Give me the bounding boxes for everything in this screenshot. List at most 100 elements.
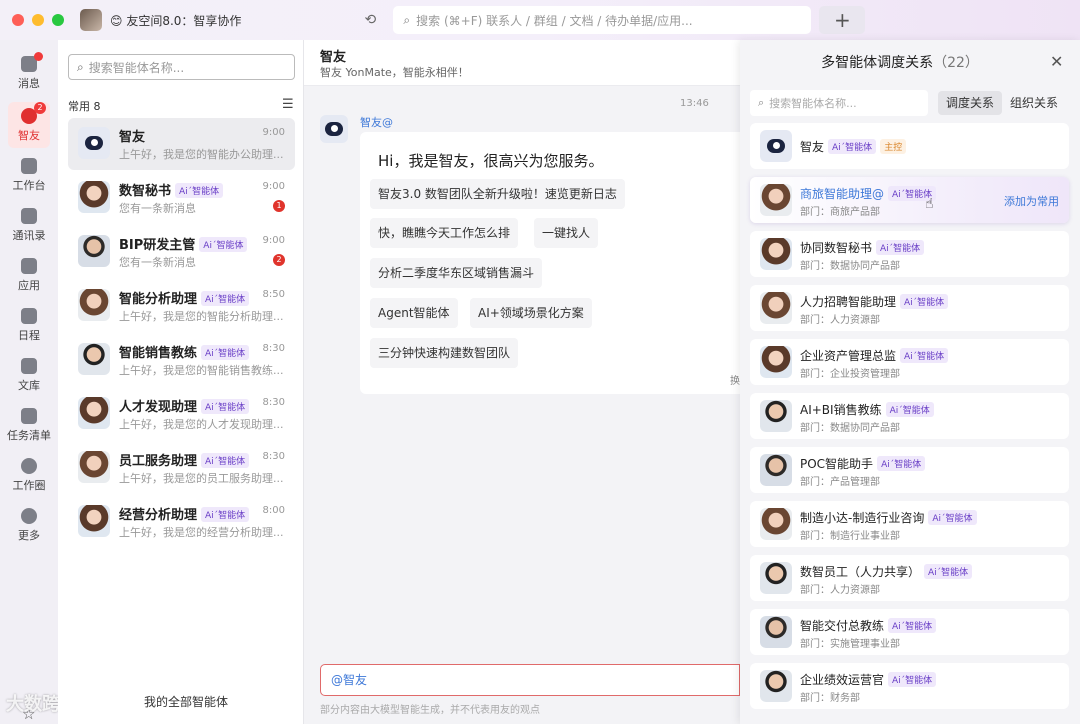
nav-label: 更多: [18, 528, 40, 542]
menu-icon[interactable]: ☰: [282, 97, 294, 112]
ai-agent-tag: Aiˊ智能体: [201, 399, 250, 414]
section-label: 常用 8: [68, 100, 101, 113]
agent-card[interactable]: 智友 Aiˊ智能体 主控: [750, 123, 1069, 169]
agent-card[interactable]: 协同数智秘书 Aiˊ智能体 部门：数据协同产品部: [750, 231, 1069, 277]
conversation-name: 人才发现助理 Aiˊ智能体: [119, 396, 250, 415]
avatar: [78, 235, 110, 267]
avatar: [78, 451, 110, 483]
all-agents-link[interactable]: 我的全部智能体: [144, 693, 228, 710]
suggestion-chip[interactable]: 智友3.0 数智团队全新升级啦！速览更新日志: [370, 179, 625, 209]
library-icon: [21, 357, 37, 374]
suggestion-chip[interactable]: 三分钟快速构建数智团队: [370, 338, 519, 368]
chat-input[interactable]: @智友: [320, 664, 740, 696]
suggestion-chip[interactable]: 分析二季度华东区域销售漏斗: [370, 258, 543, 288]
avatar: [760, 400, 792, 432]
close-window-button[interactable]: [12, 14, 24, 26]
conversation-item[interactable]: 员工服务助理 Aiˊ智能体 8:30 上午好，我是您的员工服务助理...: [68, 442, 295, 494]
nav-item-tasks[interactable]: 任务清单: [0, 402, 58, 448]
ai-agent-tag: Aiˊ智能体: [888, 618, 937, 633]
chat-title: 智友: [320, 50, 347, 65]
bot-name[interactable]: 智友@: [360, 114, 393, 130]
conversation-item[interactable]: 智能分析助理 Aiˊ智能体 8:50 上午好，我是您的智能分析助理...: [68, 280, 295, 332]
tab-organization[interactable]: 组织关系: [1002, 91, 1066, 115]
suggestion-chip[interactable]: Agent智能体: [370, 298, 458, 328]
conversation-item[interactable]: 智友 9:00 上午好，我是您的智能办公助理...: [68, 118, 295, 170]
history-icon[interactable]: ⟲: [361, 11, 379, 29]
suggestion-chip[interactable]: 一键找人: [534, 218, 599, 248]
agent-name: AI+BI销售教练 Aiˊ智能体: [800, 401, 934, 418]
agent-search-input[interactable]: ⌕ 搜索智能体名称...: [68, 54, 295, 80]
message-icon: [21, 51, 43, 72]
ai-agent-tag: Aiˊ智能体: [885, 402, 934, 417]
agent-dept: 部门：实施管理事业部: [800, 639, 900, 650]
ai-agent-tag: Aiˊ智能体: [928, 510, 977, 525]
suggestion-chip[interactable]: AI+领域场景化方案: [470, 298, 592, 328]
add-button[interactable]: +: [819, 6, 866, 34]
agent-dept: 部门：人力资源部: [800, 585, 880, 596]
avatar: [760, 670, 792, 702]
nav-item-contacts[interactable]: 通讯录: [0, 202, 58, 248]
agent-card[interactable]: 智能交付总教练 Aiˊ智能体 部门：实施管理事业部: [750, 609, 1069, 655]
add-to-common-button[interactable]: 添加为常用: [1004, 193, 1059, 209]
bot-avatar[interactable]: [320, 115, 348, 143]
avatar: [78, 127, 110, 159]
ai-agent-tag: Aiˊ智能体: [201, 507, 250, 522]
close-icon[interactable]: ✕: [1050, 52, 1063, 71]
conversation-item[interactable]: 经营分析助理 Aiˊ智能体 8:00 上午好，我是您的经营分析助理...: [68, 496, 295, 548]
nav-item-apps[interactable]: 应用: [0, 252, 58, 298]
panel-search-input[interactable]: ⌕ 搜索智能体名称...: [750, 90, 928, 116]
nav-item-zhiyou[interactable]: 2 智友: [8, 101, 50, 148]
unread-badge: 1: [273, 200, 285, 212]
nav-label: 通讯录: [12, 228, 46, 242]
agent-dept: 部门：产品管理部: [800, 477, 880, 488]
agent-name: 协同数智秘书 Aiˊ智能体: [800, 239, 925, 256]
minimize-window-button[interactable]: [32, 14, 44, 26]
agent-card[interactable]: 数智员工（人力共享） Aiˊ智能体 部门：人力资源部: [750, 555, 1069, 601]
avatar: [760, 562, 792, 594]
tab-dispatch[interactable]: 调度关系: [938, 91, 1003, 115]
nav-item-workcircle[interactable]: 工作圈: [0, 452, 58, 498]
agent-card[interactable]: 企业绩效运营官 Aiˊ智能体 部门：财务部: [750, 663, 1069, 709]
nav-item-library[interactable]: 文库: [0, 352, 58, 398]
nav-item-messages[interactable]: 消息: [0, 50, 58, 96]
avatar: [760, 292, 792, 324]
agent-name: 制造小达-制造行业咨询 Aiˊ智能体: [800, 509, 977, 526]
conversation-preview: 上午好，我是您的人才发现助理...: [119, 418, 284, 431]
refresh-link[interactable]: 换: [730, 372, 740, 387]
maximize-window-button[interactable]: [52, 14, 64, 26]
agent-dept: 部门：数据协同产品部: [800, 423, 900, 434]
agent-dept: 部门：企业投资管理部: [800, 369, 900, 380]
conversation-item[interactable]: BIP研发主管 Aiˊ智能体 9:00 您有一条新消息 2: [68, 226, 295, 278]
unread-badge: 2: [273, 254, 285, 266]
nav-item-calendar[interactable]: 日程: [0, 302, 58, 348]
nav-item-more[interactable]: 更多: [0, 502, 58, 548]
conversation-item[interactable]: 智能销售教练 Aiˊ智能体 8:30 上午好，我是您的智能销售教练...: [68, 334, 295, 386]
global-search-input[interactable]: ⌕ 搜索 (⌘+F) 联系人 / 群组 / 文档 / 待办单据/应用...: [393, 6, 812, 34]
avatar: [760, 130, 792, 162]
user-avatar[interactable]: [80, 9, 102, 31]
search-icon: ⌕: [758, 96, 765, 109]
conversation-time: 9:00: [262, 235, 285, 246]
conversation-time: 9:00: [262, 181, 285, 192]
nav-item-workbench[interactable]: 工作台: [0, 152, 58, 198]
avatar: [760, 616, 792, 648]
conversation-item[interactable]: 数智秘书 Aiˊ智能体 9:00 您有一条新消息 1: [68, 172, 295, 224]
contacts-icon: [21, 207, 37, 224]
agent-card[interactable]: 企业资产管理总监 Aiˊ智能体 部门：企业投资管理部: [750, 339, 1069, 385]
agent-card[interactable]: 商旅智能助理@ Aiˊ智能体 部门：商旅产品部 ☝ 添加为常用: [750, 177, 1069, 223]
nav-label: 任务清单: [7, 428, 51, 442]
agent-card[interactable]: POC智能助手 Aiˊ智能体 部门：产品管理部: [750, 447, 1069, 493]
conversation-item[interactable]: 人才发现助理 Aiˊ智能体 8:30 上午好，我是您的人才发现助理...: [68, 388, 295, 440]
agent-name: POC智能助手 Aiˊ智能体: [800, 455, 926, 472]
suggestion-chip[interactable]: 快，瞧瞧今天工作怎么排: [370, 218, 519, 248]
conversation-name: 经营分析助理 Aiˊ智能体: [119, 504, 250, 523]
agent-name: 商旅智能助理@ Aiˊ智能体: [800, 185, 937, 202]
more-icon: [21, 507, 37, 524]
agent-card[interactable]: AI+BI销售教练 Aiˊ智能体 部门：数据协同产品部: [750, 393, 1069, 439]
conversation-name: 员工服务助理 Aiˊ智能体: [119, 450, 250, 469]
agent-name: 数智员工（人力共享） Aiˊ智能体: [800, 563, 973, 580]
agent-card[interactable]: 制造小达-制造行业咨询 Aiˊ智能体 部门：制造行业事业部: [750, 501, 1069, 547]
unread-dot: [34, 51, 43, 61]
chat-header: 智友 智友 YonMate，智能永相伴！: [304, 40, 740, 86]
agent-card[interactable]: 人力招聘智能助理 Aiˊ智能体 部门：人力资源部: [750, 285, 1069, 331]
